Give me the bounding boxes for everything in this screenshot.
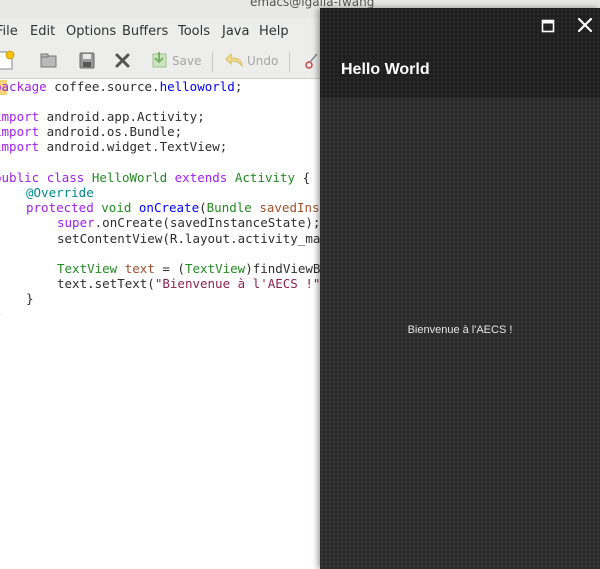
close-x-icon xyxy=(115,53,130,68)
save-disk-icon xyxy=(79,52,95,69)
menu-tools[interactable]: Tools xyxy=(178,24,210,39)
code-token: android.widget.TextView; xyxy=(39,139,228,154)
code-token: TextView xyxy=(57,261,118,276)
code-token: android.app.Activity; xyxy=(39,109,205,124)
code-token: } xyxy=(0,306,2,321)
code-token: HelloWorld xyxy=(91,170,168,185)
code-token: text.setText( xyxy=(57,276,155,291)
code-token: .onCreate(savedInstanceState); xyxy=(94,215,321,230)
code-token: setContentView(R.layout.activity_ma xyxy=(57,231,321,246)
code-line-11: text.setText("Bienvenue à l'AECS !" xyxy=(57,276,320,291)
code-token: public xyxy=(0,170,40,185)
code-token: ( xyxy=(199,200,207,215)
cut-icon xyxy=(305,53,318,69)
code-line-1: package coffee.source.helloworld; xyxy=(0,79,242,94)
menu-options[interactable]: Options xyxy=(66,24,116,39)
undo-button[interactable]: Undo xyxy=(224,50,278,72)
close-icon[interactable] xyxy=(576,16,594,34)
app-action-bar: Hello World xyxy=(320,8,600,98)
code-token: Bundle xyxy=(206,200,252,215)
code-line-2: import android.app.Activity; xyxy=(0,109,205,124)
code-token: Activity xyxy=(234,170,296,185)
code-line-7: protected void onCreate(Bundle savedIns xyxy=(26,200,320,215)
code-token: = ( xyxy=(154,261,185,276)
code-line-9: setContentView(R.layout.activity_ma xyxy=(57,231,320,246)
toolbar-separator xyxy=(212,52,213,72)
app-title: Hello World xyxy=(341,61,430,78)
open-folder-icon xyxy=(40,53,57,68)
code-token: android.os.Bundle; xyxy=(39,124,183,139)
code-token: helloworld xyxy=(159,79,235,94)
code-token: super xyxy=(57,215,95,230)
code-token: )findViewB xyxy=(245,261,321,276)
code-line-8: super.onCreate(savedInstanceState); xyxy=(57,215,320,230)
code-line-4: import android.widget.TextView; xyxy=(0,139,227,154)
code-line-6: @Override xyxy=(26,185,94,200)
code-token: import xyxy=(0,109,40,124)
code-token: @Override xyxy=(26,185,94,200)
undo-icon xyxy=(225,52,243,68)
code-token: } xyxy=(26,291,34,306)
save-icon xyxy=(152,52,167,68)
new-file-icon xyxy=(0,50,15,70)
code-token: void xyxy=(101,200,132,215)
maximize-icon[interactable] xyxy=(541,19,555,33)
save-label: Save xyxy=(172,54,202,68)
code-token: ; xyxy=(234,79,243,94)
code-line-5: public class HelloWorld extends Activity… xyxy=(0,170,310,185)
menu-buffers[interactable]: Buffers xyxy=(122,24,168,39)
toolbar-separator xyxy=(289,52,290,72)
code-token: TextView xyxy=(184,261,246,276)
code-token: { xyxy=(295,170,311,185)
hello-textview: Bienvenue à l'AECS ! xyxy=(407,324,513,336)
code-token: package xyxy=(0,79,47,94)
menu-file[interactable]: File xyxy=(0,24,18,39)
code-line-10: TextView text = (TextView)findViewB xyxy=(57,261,320,276)
code-token: coffee.source. xyxy=(46,79,160,94)
new-file-button[interactable] xyxy=(0,50,16,72)
code-token: savedIns xyxy=(259,200,320,215)
menu-edit[interactable]: Edit xyxy=(30,24,55,39)
close-buffer-button[interactable] xyxy=(113,50,133,72)
code-line-3: import android.os.Bundle; xyxy=(0,124,182,139)
save-disk-button[interactable] xyxy=(77,50,97,72)
menu-help[interactable]: Help xyxy=(259,24,289,39)
code-line-12: } xyxy=(26,291,34,306)
code-token: extends xyxy=(174,170,228,185)
save-button[interactable]: Save xyxy=(150,50,201,72)
undo-label: Undo xyxy=(247,54,279,68)
code-line-13: } xyxy=(0,306,2,321)
code-token: import xyxy=(0,124,40,139)
open-folder-button[interactable] xyxy=(39,50,59,72)
android-emulator-window: Hello World Bienvenue à l'AECS ! xyxy=(320,8,600,569)
code-token: protected xyxy=(26,200,94,215)
code-token: "Bienvenue à l'AECS !" xyxy=(154,276,321,291)
code-token: onCreate xyxy=(138,200,200,215)
code-token: text xyxy=(124,261,155,276)
code-token: class xyxy=(46,170,85,185)
menu-java[interactable]: Java xyxy=(222,24,249,39)
code-token: import xyxy=(0,139,40,154)
cut-button[interactable] xyxy=(304,50,318,72)
